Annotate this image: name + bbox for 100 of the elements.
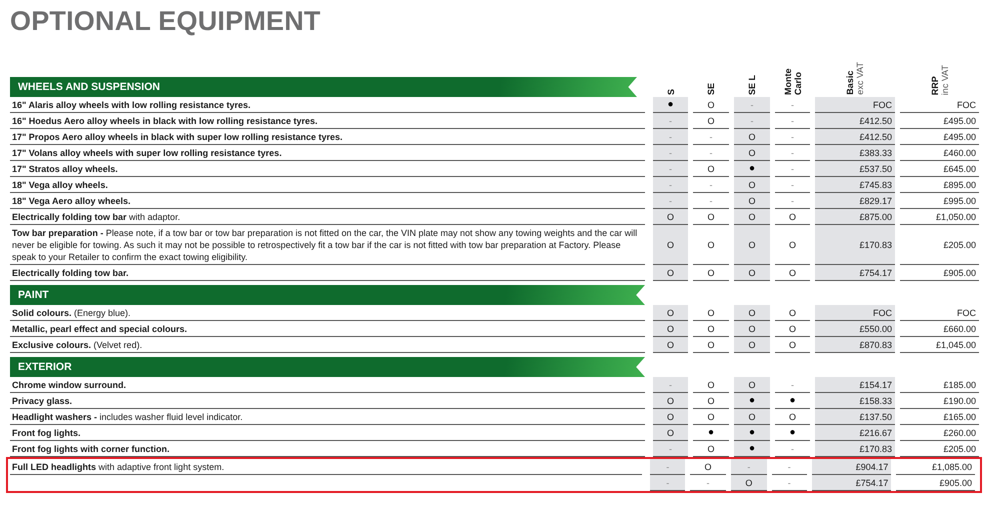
feature-description: Electrically folding tow bar. xyxy=(12,267,129,279)
price-cell: FOC xyxy=(815,305,895,321)
availability-mark: O xyxy=(775,321,810,337)
availability-mark: O xyxy=(730,475,767,491)
price-cell: £875.00 xyxy=(815,209,895,225)
availability-mark: O xyxy=(734,409,770,425)
availability-mark: ● xyxy=(734,425,770,441)
availability-mark: - xyxy=(653,377,688,393)
price-cell: £1,085.00 xyxy=(896,459,975,475)
price-cell: £904.17 xyxy=(812,459,892,475)
feature-description: Tow bar preparation - Please note, if a tow bar or tow bar preparation is not fitted on the car, the VIN plate may not show any towing weights and the car will never be eligible for towing. As such it may not be possible to retrospectively fit a tow bar if the car is not fitted with tow bar preparation at Factory. Please speak to your Retailer to confirm the exact towing eligibility. xyxy=(12,227,638,263)
price-cell: £995.00 xyxy=(900,193,979,209)
availability-mark: O xyxy=(693,265,729,281)
availability-mark: O xyxy=(693,377,729,393)
price-cell: £154.17 xyxy=(815,377,895,393)
availability-mark: O xyxy=(693,393,729,409)
availability-mark: O xyxy=(775,225,810,265)
price-cell: £205.00 xyxy=(900,441,979,457)
availability-mark: - xyxy=(775,161,810,177)
availability-mark: O xyxy=(734,177,770,193)
availability-mark: - xyxy=(775,193,810,209)
price-cell: £754.17 xyxy=(812,475,892,491)
availability-mark: - xyxy=(693,129,729,145)
price-cell: £205.00 xyxy=(900,225,979,265)
availability-mark: O xyxy=(693,321,729,337)
availability-mark: ● xyxy=(734,161,770,177)
feature-description: Electrically folding tow bar with adaptor. xyxy=(12,211,180,223)
column-header: Monte Carlo xyxy=(782,68,802,95)
column-header: SE xyxy=(706,82,716,95)
availability-mark: O xyxy=(734,377,770,393)
availability-mark: O xyxy=(693,441,729,457)
availability-mark: - xyxy=(775,129,810,145)
availability-mark: O xyxy=(775,305,810,321)
feature-description: Metallic, pearl effect and special colours. xyxy=(12,323,188,335)
availability-mark: O xyxy=(734,321,770,337)
availability-mark: O xyxy=(653,225,688,265)
availability-mark: O xyxy=(653,265,688,281)
availability-mark: ● xyxy=(775,393,810,409)
availability-mark: ● xyxy=(693,425,729,441)
feature-description: Full LED headlights with adaptive front light system. xyxy=(12,461,224,473)
availability-mark: O xyxy=(775,409,810,425)
price-cell: £412.50 xyxy=(815,129,895,145)
feature-description: Chrome window surround. xyxy=(12,379,126,391)
feature-description: 16" Alaris alloy wheels with low rolling resistance tyres. xyxy=(12,99,251,111)
availability-mark: - xyxy=(734,97,770,113)
price-cell: £645.00 xyxy=(900,161,979,177)
availability-mark: - xyxy=(775,377,810,393)
feature-description: Solid colours. (Energy blue). xyxy=(12,307,131,319)
section-header: PAINT xyxy=(10,285,645,305)
price-cell: £537.50 xyxy=(815,161,895,177)
availability-mark: O xyxy=(693,97,729,113)
page-title: OPTIONAL EQUIPMENT xyxy=(10,6,321,37)
availability-mark: ● xyxy=(775,425,810,441)
availability-mark: - xyxy=(653,441,688,457)
availability-mark: O xyxy=(693,161,729,177)
price-cell: £170.83 xyxy=(815,441,895,457)
availability-mark: O xyxy=(734,337,770,353)
availability-mark: O xyxy=(775,209,810,225)
feature-description: Front fog lights. xyxy=(12,427,80,439)
availability-mark: - xyxy=(653,161,688,177)
availability-mark: - xyxy=(693,193,729,209)
price-cell: £137.50 xyxy=(815,409,895,425)
availability-mark: - xyxy=(775,97,810,113)
availability-mark: O xyxy=(690,459,726,475)
availability-mark: - xyxy=(775,145,810,161)
price-cell: £170.83 xyxy=(815,225,895,265)
feature-description: Front fog lights with corner function. xyxy=(12,443,170,455)
availability-mark: - xyxy=(653,193,688,209)
price-cell: £190.00 xyxy=(900,393,979,409)
availability-mark: O xyxy=(653,209,688,225)
availability-mark: O xyxy=(693,225,729,265)
feature-description: 16" Hoedus Aero alloy wheels in black with low rolling resistance tyres. xyxy=(12,115,318,127)
price-cell: £495.00 xyxy=(900,129,979,145)
price-cell: £745.83 xyxy=(815,177,895,193)
feature-description: Privacy glass. xyxy=(12,395,72,407)
price-cell: FOC xyxy=(815,97,895,113)
feature-description: 18" Vega Aero alloy wheels. xyxy=(12,195,130,207)
section-header: WHEELS AND SUSPENSION xyxy=(10,77,637,97)
price-cell: £895.00 xyxy=(900,177,979,193)
price-cell: £870.83 xyxy=(815,337,895,353)
price-cell: £460.00 xyxy=(900,145,979,161)
availability-mark: - xyxy=(653,113,688,129)
availability-mark: - xyxy=(693,145,729,161)
availability-mark: O xyxy=(734,265,770,281)
availability-mark: O xyxy=(693,337,729,353)
availability-mark: - xyxy=(772,459,807,475)
section-header: EXTERIOR xyxy=(10,357,645,377)
availability-mark: ● xyxy=(734,393,770,409)
price-cell: £495.00 xyxy=(900,113,979,129)
availability-mark: ● xyxy=(734,441,770,457)
availability-mark: O xyxy=(653,409,688,425)
price-cell: £260.00 xyxy=(900,425,979,441)
availability-mark: O xyxy=(734,209,770,225)
availability-mark: - xyxy=(730,459,767,475)
availability-mark: O xyxy=(693,305,729,321)
availability-mark: - xyxy=(650,475,686,491)
availability-mark: O xyxy=(653,321,688,337)
price-cell: £216.67 xyxy=(815,425,895,441)
availability-mark: O xyxy=(734,129,770,145)
availability-mark: O xyxy=(693,113,729,129)
